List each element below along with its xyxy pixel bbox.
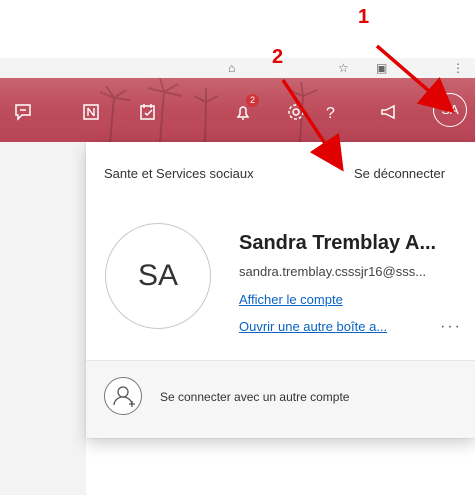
tasks-icon[interactable]	[137, 101, 159, 123]
notification-badge: 2	[246, 94, 259, 107]
onenote-icon[interactable]	[80, 101, 102, 123]
sign-out-link[interactable]: Se déconnecter	[354, 166, 445, 181]
menu-dots-icon[interactable]: ⋮	[452, 61, 464, 75]
user-email: sandra.tremblay.csssjr16@sss...	[239, 264, 427, 279]
browser-icon[interactable]: ⌂	[228, 61, 235, 75]
more-options-button[interactable]: ···	[440, 318, 462, 336]
account-avatar-button[interactable]: SA	[433, 93, 467, 127]
gear-icon[interactable]	[285, 101, 307, 123]
view-account-link[interactable]: Afficher le compte	[239, 292, 343, 307]
annotation-label-1: 1	[358, 6, 370, 28]
browser-toolbar-strip: ⌂ ☆ ▣ ⋮	[0, 58, 475, 78]
help-icon[interactable]: ?	[320, 101, 342, 123]
add-person-icon[interactable]	[104, 377, 142, 415]
mail-list-pane	[0, 142, 86, 495]
add-account-label[interactable]: Se connecter avec un autre compte	[160, 390, 349, 404]
profile-avatar[interactable]: SA	[105, 223, 211, 329]
svg-text:?: ?	[326, 105, 335, 122]
star-icon[interactable]: ☆	[338, 61, 349, 75]
user-display-name: Sandra Tremblay A...	[239, 232, 437, 254]
organization-name: Sante et Services sociaux	[104, 166, 254, 181]
annotation-label-2: 2	[272, 46, 284, 68]
extensions-icon[interactable]: ▣	[376, 61, 387, 75]
open-other-mailbox-link[interactable]: Ouvrir une autre boîte a...	[239, 319, 387, 334]
megaphone-icon[interactable]	[378, 101, 400, 123]
feedback-icon[interactable]	[12, 101, 34, 123]
